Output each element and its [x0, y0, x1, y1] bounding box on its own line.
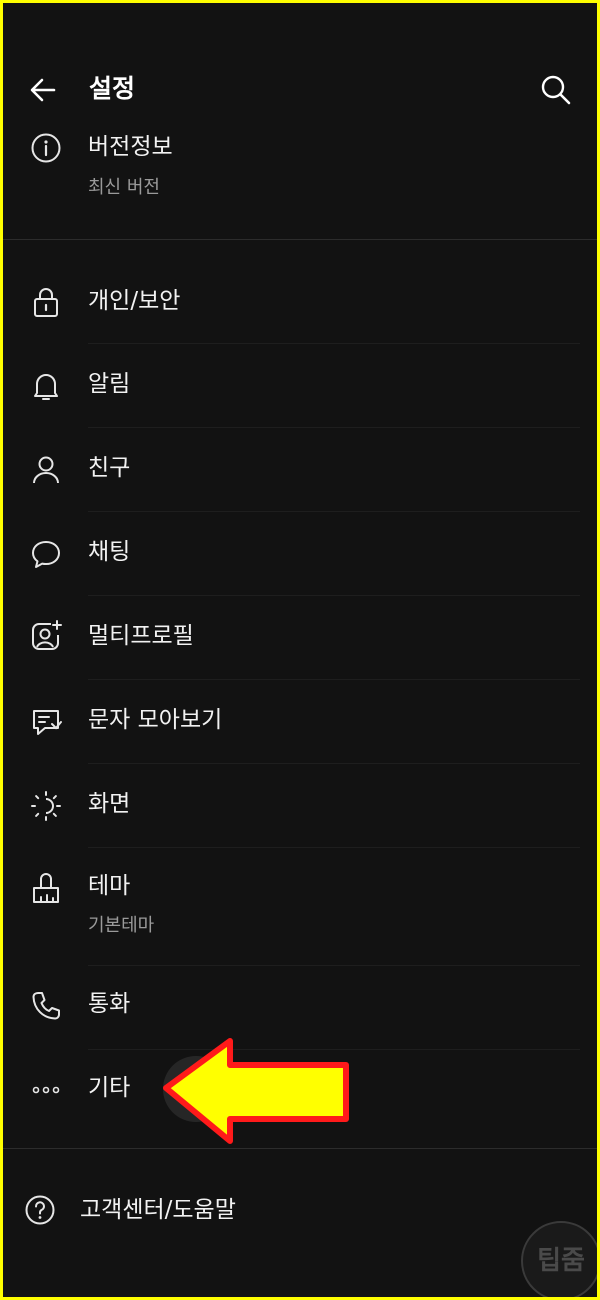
brightness-icon — [29, 789, 63, 823]
menu-item-privacy[interactable]: 개인/보안 — [3, 263, 597, 343]
menu-item-label: 개인/보안 — [88, 288, 181, 314]
profile-add-icon — [29, 619, 63, 653]
page-title: 설정 — [89, 74, 136, 103]
chat-bubble-icon — [29, 537, 63, 571]
brush-icon — [29, 871, 63, 905]
search-button[interactable] — [537, 71, 575, 109]
menu-item-display[interactable]: 화면 — [3, 765, 597, 847]
item-divider — [88, 965, 580, 966]
watermark-badge: 팁줌 — [521, 1221, 597, 1297]
version-info-label: 버전정보 — [88, 134, 173, 160]
version-info-sub: 최신 버전 — [88, 177, 160, 198]
menu-item-theme[interactable]: 테마 기본테마 — [3, 849, 597, 965]
menu-item-friends[interactable]: 친구 — [3, 429, 597, 511]
menu-item-notifications[interactable]: 알림 — [3, 345, 597, 427]
person-icon — [29, 453, 63, 487]
item-divider — [88, 427, 580, 428]
settings-screen: 설정 버전정보 최신 버전 개인/보안 알림 친구 채팅 멀티프로필 문자 모아… — [3, 3, 597, 1297]
item-divider — [88, 511, 580, 512]
more-dots-icon — [29, 1073, 63, 1107]
menu-item-label: 멀티프로필 — [88, 623, 194, 649]
menu-item-label: 테마 — [88, 873, 131, 899]
menu-item-label: 채팅 — [88, 539, 131, 565]
menu-item-sms[interactable]: 문자 모아보기 — [3, 681, 597, 763]
menu-item-label: 기타 — [88, 1075, 131, 1101]
highlight-arrow-icon — [163, 1038, 349, 1144]
menu-item-label: 통화 — [88, 991, 131, 1017]
menu-item-label: 친구 — [88, 455, 131, 481]
menu-item-multi-profile[interactable]: 멀티프로필 — [3, 597, 597, 679]
item-divider — [88, 595, 580, 596]
item-divider — [88, 343, 580, 344]
info-icon — [29, 131, 63, 165]
section-divider — [3, 1148, 597, 1149]
phone-icon — [29, 989, 63, 1023]
section-divider — [3, 239, 597, 240]
back-button[interactable] — [25, 72, 61, 108]
app-header: 설정 — [3, 55, 597, 125]
item-divider — [88, 847, 580, 848]
menu-item-label: 화면 — [88, 791, 131, 817]
menu-item-label: 문자 모아보기 — [88, 707, 223, 733]
help-circle-icon — [23, 1193, 57, 1227]
menu-item-chats[interactable]: 채팅 — [3, 513, 597, 595]
menu-item-sub: 기본테마 — [88, 915, 155, 936]
back-arrow-icon — [30, 78, 56, 102]
lock-icon — [29, 285, 63, 319]
bell-icon — [29, 369, 63, 403]
menu-item-label: 고객센터/도움말 — [80, 1197, 236, 1223]
menu-item-label: 알림 — [88, 371, 131, 397]
search-icon — [541, 75, 571, 105]
message-box-icon — [29, 705, 63, 739]
watermark-text: 팁줌 — [537, 1246, 585, 1276]
item-divider — [88, 679, 580, 680]
item-divider — [88, 763, 580, 764]
version-info-item[interactable]: 버전정보 최신 버전 — [3, 127, 597, 239]
menu-item-help[interactable]: 고객센터/도움말 — [3, 1173, 597, 1253]
